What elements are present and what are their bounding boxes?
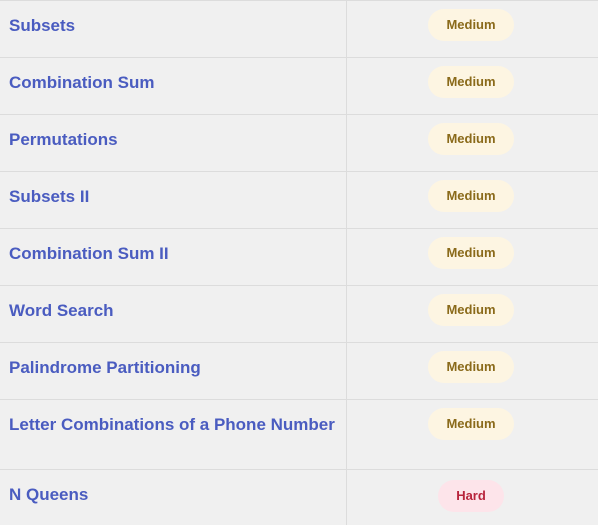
difficulty-cell: Hard (346, 469, 598, 525)
problem-link[interactable]: Word Search (0, 286, 346, 324)
problem-link[interactable]: Permutations (0, 115, 346, 153)
problem-cell: Combination Sum II (0, 228, 347, 286)
difficulty-cell: Medium (346, 171, 598, 229)
table-row: Letter Combinations of a Phone Number Me… (0, 399, 598, 470)
table-row: Subsets Medium (0, 0, 598, 58)
problem-link[interactable]: Letter Combinations of a Phone Number (0, 400, 346, 438)
problem-link[interactable]: N Queens (0, 470, 346, 508)
problem-cell: Palindrome Partitioning (0, 342, 347, 400)
problem-link[interactable]: Combination Sum II (0, 229, 346, 267)
problem-link[interactable]: Subsets II (0, 172, 346, 210)
table-row: Palindrome Partitioning Medium (0, 342, 598, 400)
problem-link[interactable]: Palindrome Partitioning (0, 343, 346, 381)
table-row: Subsets II Medium (0, 171, 598, 229)
problem-cell: Letter Combinations of a Phone Number (0, 399, 347, 470)
difficulty-cell: Medium (346, 228, 598, 286)
difficulty-cell: Medium (346, 342, 598, 400)
difficulty-badge: Hard (438, 480, 504, 512)
problem-cell: Word Search (0, 285, 347, 343)
difficulty-badge: Medium (428, 66, 514, 98)
problem-cell: N Queens (0, 469, 347, 525)
problem-link[interactable]: Combination Sum (0, 58, 346, 96)
table-row: N Queens Hard (0, 469, 598, 525)
problems-table: Subsets Medium Combination Sum Medium Pe… (0, 0, 598, 525)
table-row: Combination Sum Medium (0, 57, 598, 115)
table-row: Word Search Medium (0, 285, 598, 343)
difficulty-badge: Medium (428, 408, 514, 440)
difficulty-badge: Medium (428, 180, 514, 212)
difficulty-cell: Medium (346, 114, 598, 172)
difficulty-badge: Medium (428, 9, 514, 41)
difficulty-cell: Medium (346, 0, 598, 58)
problem-cell: Subsets II (0, 171, 347, 229)
table-row: Permutations Medium (0, 114, 598, 172)
problem-cell: Permutations (0, 114, 347, 172)
problem-cell: Combination Sum (0, 57, 347, 115)
problem-link[interactable]: Subsets (0, 1, 346, 39)
difficulty-badge: Medium (428, 351, 514, 383)
table-row: Combination Sum II Medium (0, 228, 598, 286)
difficulty-cell: Medium (346, 57, 598, 115)
difficulty-badge: Medium (428, 123, 514, 155)
difficulty-badge: Medium (428, 294, 514, 326)
problem-cell: Subsets (0, 0, 347, 58)
difficulty-cell: Medium (346, 399, 598, 470)
difficulty-cell: Medium (346, 285, 598, 343)
difficulty-badge: Medium (428, 237, 514, 269)
